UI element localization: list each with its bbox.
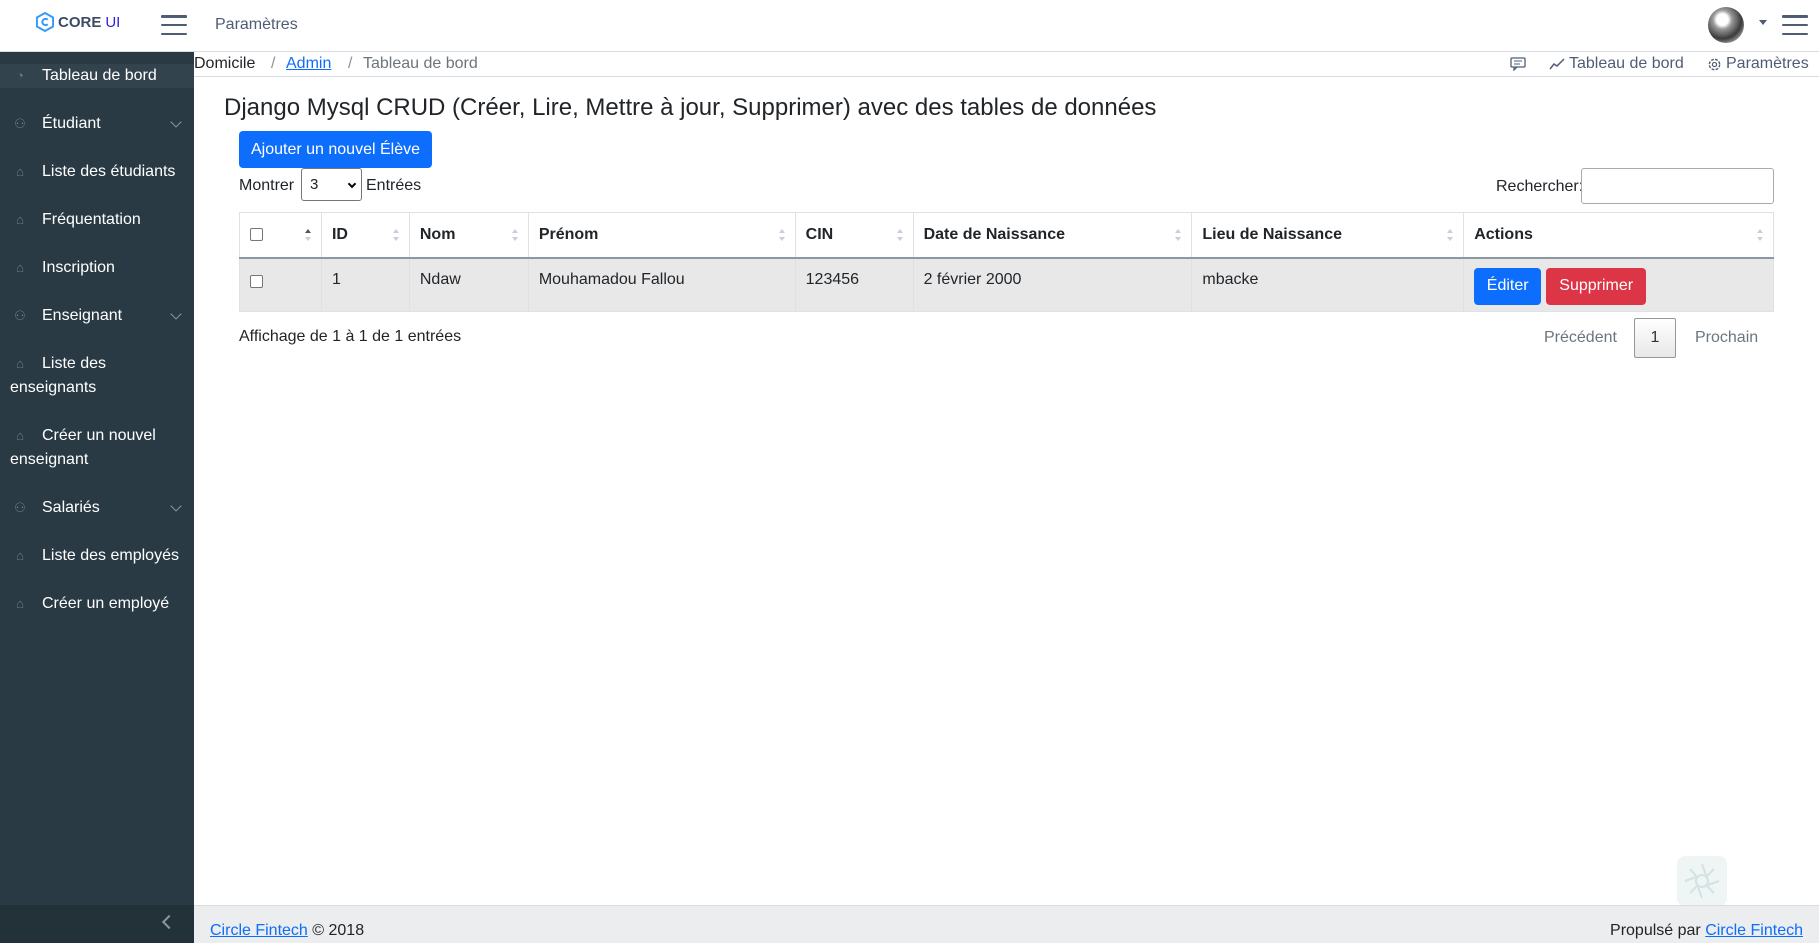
page-length-select[interactable]: 3 bbox=[301, 168, 362, 201]
cell-id: 1 bbox=[320, 257, 410, 312]
sidebar-item-student[interactable]: ⚇ Étudiant bbox=[0, 112, 194, 136]
column-header-lieu[interactable]: Lieu de Naissance bbox=[1191, 212, 1465, 259]
search-input[interactable] bbox=[1581, 168, 1774, 204]
footer-left: Circle Fintech © 2018 bbox=[210, 922, 364, 940]
sort-icon bbox=[896, 229, 904, 243]
tags-icon: ⌂ bbox=[16, 356, 24, 371]
tags-icon: ⌂ bbox=[16, 548, 24, 563]
user-icon: ⚇ bbox=[14, 308, 26, 323]
cell-lieu: mbacke bbox=[1191, 257, 1465, 312]
tags-icon: ⌂ bbox=[16, 164, 24, 179]
sort-icon bbox=[1174, 229, 1182, 243]
aside-menu-toggle-button[interactable] bbox=[1782, 15, 1808, 35]
row-select-cell bbox=[239, 257, 322, 312]
sort-icon bbox=[304, 229, 312, 243]
table-row: 1 Ndaw Mouhamadou Fallou 123456 2 févrie… bbox=[239, 257, 1774, 312]
chevron-down-icon bbox=[347, 179, 357, 189]
sidebar-toggle-button[interactable] bbox=[161, 15, 187, 35]
brand-ui-text: UI bbox=[105, 13, 121, 31]
brand-logo[interactable]: CORE UI bbox=[36, 12, 120, 32]
sidebar: ◔ Tableau de bord ⚇ Étudiant ⌂ Liste des… bbox=[0, 52, 194, 943]
sidebar-minimizer bbox=[0, 905, 194, 943]
avatar[interactable] bbox=[1708, 7, 1744, 43]
column-header-date[interactable]: Date de Naissance bbox=[912, 212, 1193, 259]
speech-icon[interactable] bbox=[1510, 57, 1526, 71]
search-label: Rechercher: bbox=[1496, 178, 1584, 195]
breadcrumb-separator: / bbox=[271, 55, 276, 72]
sidebar-item-registration[interactable]: ⌂ Inscription bbox=[0, 256, 194, 280]
footer-company-link[interactable]: Circle Fintech bbox=[210, 922, 308, 939]
pagination-next[interactable]: Prochain bbox=[1695, 318, 1758, 358]
sort-icon bbox=[778, 229, 786, 243]
select-all-header[interactable] bbox=[239, 212, 322, 259]
select-all-checkbox[interactable] bbox=[250, 228, 263, 242]
column-header-prenom[interactable]: Prénom bbox=[527, 212, 796, 259]
subheader-dashboard-link[interactable]: Tableau de bord bbox=[1549, 55, 1684, 73]
footer-right: Propulsé par Circle Fintech bbox=[1610, 922, 1803, 940]
tags-icon: ⌂ bbox=[16, 260, 24, 275]
cell-nom: Ndaw bbox=[408, 257, 529, 312]
add-student-button[interactable]: Ajouter un nouvel Élève bbox=[239, 131, 432, 168]
user-menu-caret-icon[interactable] bbox=[1759, 20, 1767, 25]
sidebar-item-employee-list[interactable]: ⌂ Liste des employés bbox=[0, 544, 194, 568]
graph-icon bbox=[1549, 58, 1565, 70]
cell-prenom: Mouhamadou Fallou bbox=[527, 257, 796, 312]
cell-cin: 123456 bbox=[794, 257, 914, 312]
gear-icon bbox=[1708, 58, 1721, 70]
edit-button[interactable]: Éditer bbox=[1474, 267, 1542, 305]
breadcrumb-admin-link[interactable]: Admin bbox=[286, 55, 331, 72]
sort-icon bbox=[511, 229, 519, 243]
sidebar-item-create-employee[interactable]: ⌂ Créer un employé bbox=[0, 592, 194, 616]
cell-actions: Éditer Supprimer bbox=[1463, 257, 1774, 312]
column-header-nom[interactable]: Nom bbox=[408, 212, 529, 259]
sort-icon bbox=[392, 229, 400, 243]
user-icon: ⚇ bbox=[14, 500, 26, 515]
show-label: Montrer bbox=[239, 177, 295, 194]
hamburger-icon bbox=[1782, 15, 1808, 18]
tags-icon: ⌂ bbox=[16, 596, 24, 611]
header-nav-settings[interactable]: Paramètres bbox=[215, 16, 298, 34]
sidebar-item-student-list[interactable]: ⌂ Liste des étudiants bbox=[0, 160, 194, 184]
breadcrumb: Domicile / Admin / Tableau de bord Table… bbox=[194, 52, 1819, 77]
hamburger-icon bbox=[161, 15, 187, 18]
cell-date: 2 février 2000 bbox=[912, 257, 1193, 312]
pagination-page-current[interactable]: 1 bbox=[1634, 318, 1676, 358]
sidebar-item-employees[interactable]: ⚇ Salariés bbox=[0, 496, 194, 520]
page-title: Django Mysql CRUD (Créer, Lire, Mettre à… bbox=[224, 94, 1157, 121]
entries-label: Entrées bbox=[366, 177, 422, 194]
delete-button[interactable]: Supprimer bbox=[1546, 267, 1647, 305]
pagination-previous[interactable]: Précédent bbox=[1544, 318, 1617, 358]
table-header-row: ID Nom Prénom CIN Date de Naissance Lieu… bbox=[239, 212, 1774, 259]
footer-powered-link[interactable]: Circle Fintech bbox=[1705, 922, 1803, 939]
sort-icon bbox=[1756, 229, 1764, 243]
breadcrumb-current: Tableau de bord bbox=[363, 55, 478, 72]
sidebar-item-dashboard[interactable]: ◔ Tableau de bord bbox=[0, 64, 194, 88]
sidebar-item-teacher[interactable]: ⚇ Enseignant bbox=[0, 304, 194, 328]
sidebar-item-teacher-list[interactable]: ⌂ Liste des enseignants bbox=[0, 352, 194, 400]
chevron-left-icon[interactable] bbox=[161, 914, 177, 930]
sort-icon bbox=[1446, 229, 1454, 243]
app-footer: Circle Fintech © 2018 Propulsé par Circl… bbox=[194, 905, 1819, 943]
app-header: CORE UI Paramètres bbox=[0, 0, 1819, 52]
column-header-id[interactable]: ID bbox=[320, 212, 410, 259]
tags-icon: ⌂ bbox=[16, 212, 24, 227]
table-info: Affichage de 1 à 1 de 1 entrées bbox=[239, 328, 462, 345]
tags-icon: ⌂ bbox=[16, 428, 24, 443]
column-header-actions[interactable]: Actions bbox=[1463, 212, 1774, 259]
breadcrumb-home[interactable]: Domicile bbox=[194, 55, 255, 73]
coreui-logo-icon bbox=[36, 12, 54, 32]
row-checkbox[interactable] bbox=[250, 274, 263, 288]
breadcrumb-separator: / bbox=[348, 55, 353, 72]
sidebar-item-attendance[interactable]: ⌂ Fréquentation bbox=[0, 208, 194, 232]
column-header-cin[interactable]: CIN bbox=[794, 212, 914, 259]
sidebar-item-create-teacher[interactable]: ⌂ Créer un nouvel enseignant bbox=[0, 424, 194, 472]
speedometer-icon: ◔ bbox=[16, 68, 24, 83]
students-table: ID Nom Prénom CIN Date de Naissance Lieu… bbox=[239, 212, 1774, 312]
subheader-settings-link[interactable]: Paramètres bbox=[1707, 55, 1809, 73]
watermark-icon bbox=[1677, 856, 1727, 906]
brand-core-text: CORE bbox=[58, 13, 102, 31]
user-icon: ⚇ bbox=[14, 116, 26, 131]
footer-powered-by: Propulsé par bbox=[1610, 922, 1701, 939]
footer-copyright: © 2018 bbox=[312, 922, 365, 939]
